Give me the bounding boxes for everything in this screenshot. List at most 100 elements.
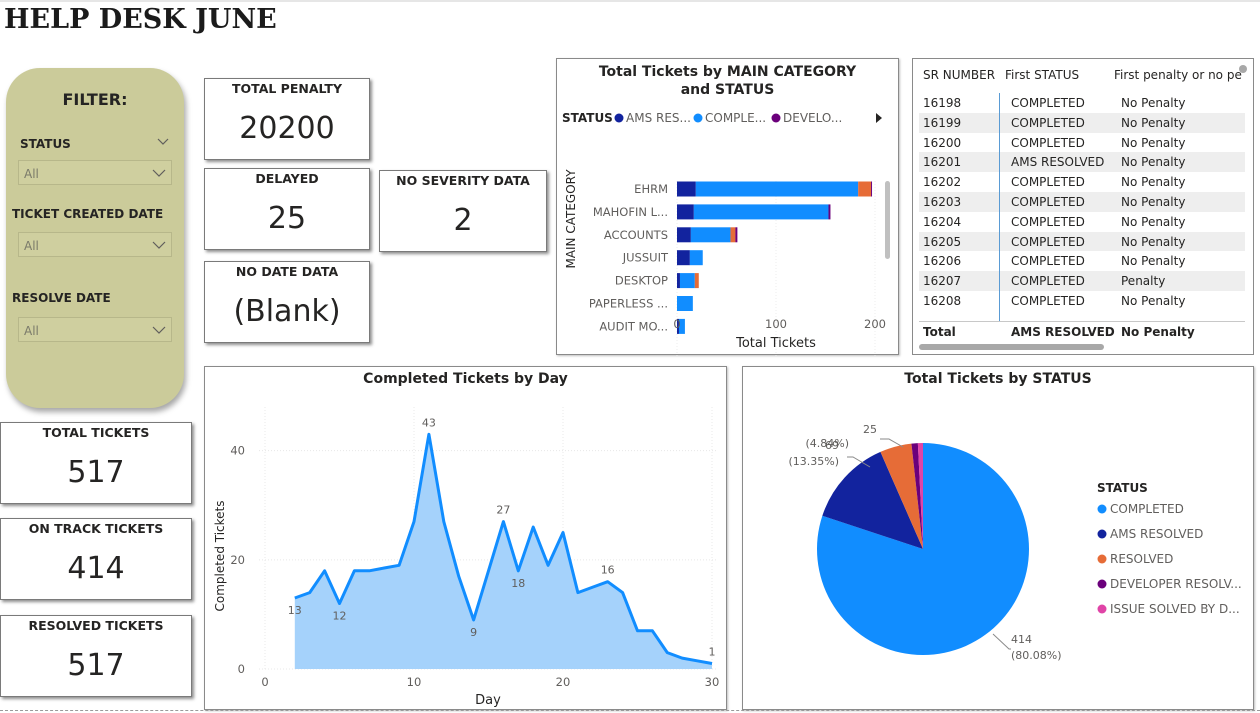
bar-category-label: DESKTOP xyxy=(615,274,668,288)
bar-marks xyxy=(677,181,873,334)
no-date-card: NO DATE DATA (Blank) xyxy=(204,261,370,343)
bar-segment[interactable] xyxy=(677,181,696,197)
table-row[interactable]: 16202 COMPLETED No Penalty xyxy=(919,172,1245,192)
pie-slices xyxy=(817,443,1030,655)
table-row[interactable]: 16199 COMPLETED No Penalty xyxy=(919,112,1245,133)
bar-segment[interactable] xyxy=(689,250,703,266)
table-row[interactable]: 16206 COMPLETED No Penalty xyxy=(919,251,1245,271)
cell-status: COMPLETED xyxy=(1011,234,1085,249)
table-vscroll-thumb[interactable] xyxy=(1239,65,1247,73)
bar-legend: AMS RES... COMPLE... DEVELO... xyxy=(614,111,842,125)
status-dropdown[interactable]: All xyxy=(18,160,172,185)
bar-segment[interactable] xyxy=(679,273,695,289)
total-penalty-card: TOTAL PENALTY 20200 xyxy=(204,78,370,160)
area-x-tick: 20 xyxy=(556,675,571,689)
total-status: AMS RESOLVED xyxy=(1011,325,1115,339)
bar-segment[interactable] xyxy=(677,227,691,243)
area-data-label: 13 xyxy=(288,604,302,617)
cell-sr-number: 16198 xyxy=(923,96,962,110)
bar-legend-label[interactable]: AMS RES... xyxy=(626,111,691,125)
table-row[interactable]: 16205 COMPLETED No Penalty xyxy=(919,231,1245,252)
table-row[interactable]: 16208 COMPLETED No Penalty xyxy=(919,291,1245,311)
col-sr-number[interactable]: SR NUMBER xyxy=(923,68,995,82)
cell-status: COMPLETED xyxy=(1011,175,1085,190)
bar-legend-title: STATUS xyxy=(562,111,613,125)
table-hscrollbar[interactable] xyxy=(919,344,1104,350)
pie-legend-marker xyxy=(1097,579,1107,589)
bar-x-axis-label: Total Tickets xyxy=(735,336,816,351)
pie-legend-label[interactable]: COMPLETED xyxy=(1110,502,1184,516)
resolved-tickets-label: RESOLVED TICKETS xyxy=(28,618,164,633)
bar-category-label: JUSSUIT xyxy=(622,251,669,265)
bar-segment[interactable] xyxy=(871,181,873,197)
col-first-status[interactable]: First STATUS xyxy=(1005,68,1079,82)
pie-legend-label[interactable]: RESOLVED xyxy=(1110,552,1173,566)
bar-segment[interactable] xyxy=(690,227,731,243)
area-y-tick: 40 xyxy=(230,444,245,458)
resolved-tickets-value: 517 xyxy=(67,648,125,683)
bar-segment[interactable] xyxy=(828,204,831,220)
created-date-dropdown[interactable]: All xyxy=(18,232,172,257)
table-row[interactable]: 16204 COMPLETED No Penalty xyxy=(919,212,1245,232)
bar-segment[interactable] xyxy=(735,227,738,243)
resolved-tickets-card: RESOLVED TICKETS 517 xyxy=(0,615,192,697)
bar-chart-scrollbar[interactable] xyxy=(885,181,890,259)
bar-segment[interactable] xyxy=(730,227,736,243)
pie-legend-title: STATUS xyxy=(1097,481,1148,495)
area-y-axis-label: Completed Tickets xyxy=(213,500,227,611)
filter-panel: FILTER: STATUS All TICKET CREATED DATE A… xyxy=(6,68,184,408)
resolve-date-dropdown[interactable]: All xyxy=(18,317,172,342)
pie-legend-label[interactable]: DEVELOPER RESOLV... xyxy=(1110,577,1242,591)
bar-segment[interactable] xyxy=(693,204,829,220)
cell-sr-number: 16200 xyxy=(923,135,962,150)
cell-penalty: No Penalty xyxy=(1121,135,1186,150)
bar-legend-label[interactable]: DEVELO... xyxy=(783,111,842,125)
table-row[interactable]: 16207 COMPLETED Penalty xyxy=(919,271,1245,291)
area-data-label: 9 xyxy=(470,626,477,639)
pie-value-label: 25 xyxy=(863,423,877,436)
category-bar-chart[interactable]: Total Tickets by MAIN CATEGORY and STATU… xyxy=(556,58,899,356)
top-border xyxy=(0,0,1260,2)
slicer-status-chevron-icon[interactable] xyxy=(157,138,169,146)
bar-legend-marker xyxy=(614,113,624,123)
cell-penalty: No Penalty xyxy=(1121,214,1186,229)
cell-penalty: No Penalty xyxy=(1121,175,1186,190)
completed-by-day-chart[interactable]: Completed Tickets by Day 13 12 43 9 27 18 16 1 … xyxy=(204,366,727,710)
bar-segment[interactable] xyxy=(677,296,693,311)
page-bottom-border xyxy=(0,710,1260,711)
bar-category-label: MAHOFIN L... xyxy=(593,205,668,219)
bar-category-labels: EHRM MAHOFIN L... ACCOUNTS JUSSUIT DESKTOP PA… xyxy=(589,182,669,333)
resolve-date-dropdown-value: All xyxy=(24,324,39,338)
bar-segment[interactable] xyxy=(677,250,690,266)
table-row[interactable]: 16201 AMS RESOLVED No Penalty xyxy=(919,152,1245,173)
pie-legend-marker xyxy=(1097,504,1107,514)
ticket-table[interactable]: SR NUMBER First STATUS First penalty or … xyxy=(912,58,1254,355)
bar-segment[interactable] xyxy=(694,273,699,289)
bar-segment[interactable] xyxy=(858,181,872,197)
table-row[interactable]: 16200 COMPLETED No Penalty xyxy=(919,133,1245,153)
col-first-penalty[interactable]: First penalty or no pe xyxy=(1114,68,1242,82)
cell-status: COMPLETED xyxy=(1011,135,1085,150)
bar-segment[interactable] xyxy=(677,273,680,289)
bar-segment[interactable] xyxy=(695,181,859,197)
bar-category-label: EHRM xyxy=(634,182,668,196)
pie-legend-label[interactable]: ISSUE SOLVED BY D... xyxy=(1110,602,1240,616)
pie-percent-label: (13.35%) xyxy=(788,455,839,468)
bar-legend-label[interactable]: COMPLE... xyxy=(705,111,766,125)
cell-status: COMPLETED xyxy=(1011,115,1085,130)
table-row[interactable]: 16198 COMPLETED No Penalty xyxy=(919,93,1245,113)
cell-penalty: Penalty xyxy=(1121,274,1166,289)
cell-penalty: No Penalty xyxy=(1121,96,1186,110)
table-row[interactable]: 16203 COMPLETED No Penalty xyxy=(919,192,1245,212)
cell-sr-number: 16205 xyxy=(923,234,962,249)
bar-segment[interactable] xyxy=(677,204,694,220)
status-pie-chart[interactable]: Total Tickets by STATUS 414 (80.08%) 69 (13… xyxy=(742,366,1254,710)
area-data-label: 12 xyxy=(333,610,347,623)
legend-next-arrow-icon[interactable] xyxy=(876,113,882,123)
bar-tick-labels: 0 100 200 xyxy=(673,317,886,331)
cell-sr-number: 16206 xyxy=(923,254,962,269)
bar-x-tick: 200 xyxy=(864,317,886,331)
pie-legend-label[interactable]: AMS RESOLVED xyxy=(1110,527,1203,541)
bar-x-tick: 0 xyxy=(673,317,680,331)
total-tickets-label: TOTAL TICKETS xyxy=(42,425,150,440)
